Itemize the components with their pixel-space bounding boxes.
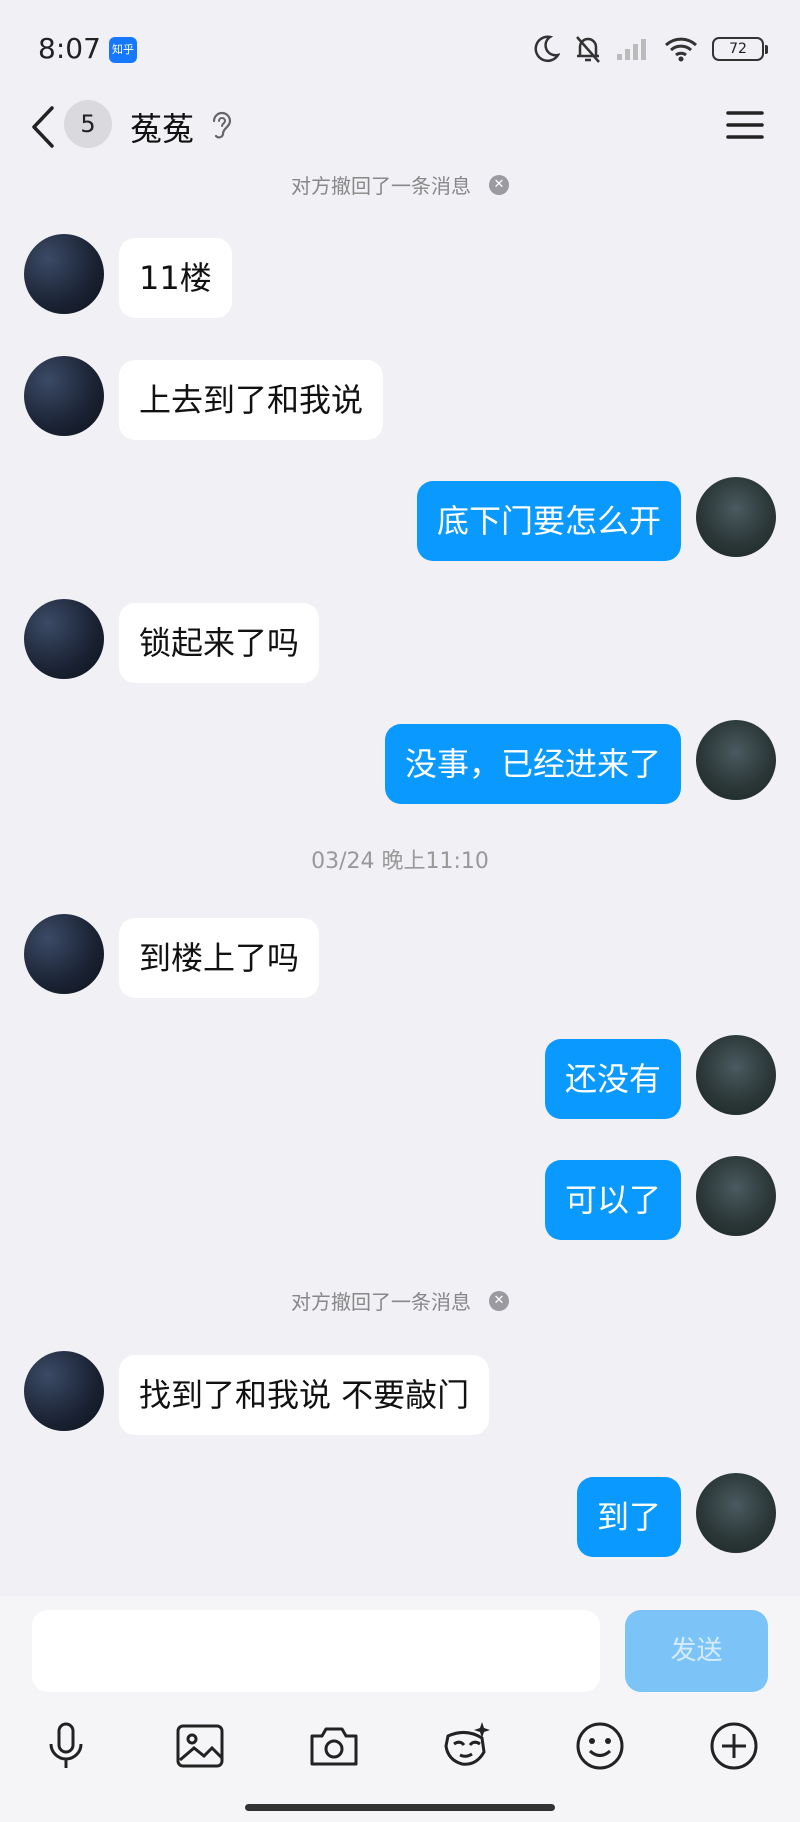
image-icon[interactable] — [172, 1718, 228, 1774]
status-icons: 72 — [534, 34, 768, 64]
contact-avatar[interactable] — [24, 234, 104, 314]
contact-avatar[interactable] — [24, 599, 104, 679]
dismiss-notice-icon[interactable]: ✕ — [489, 174, 509, 195]
message-row: 到了 — [0, 1473, 800, 1557]
message-bubble[interactable]: 到楼上了吗 — [119, 918, 320, 998]
message-row: 锁起来了吗 — [0, 599, 800, 683]
sticker-icon[interactable] — [438, 1718, 494, 1774]
message-row: 可以了 — [0, 1156, 800, 1240]
my-avatar[interactable] — [696, 1156, 776, 1236]
do-not-disturb-moon-icon — [534, 35, 560, 62]
message-bubble[interactable]: 上去到了和我说 — [119, 360, 384, 440]
send-button[interactable]: 发送 — [625, 1610, 768, 1692]
message-bubble[interactable]: 11楼 — [119, 238, 232, 318]
recall-notice: 对方撤回了一条消息 ✕ — [0, 170, 800, 199]
message-bubble[interactable]: 没事，已经进来了 — [384, 724, 681, 804]
message-row: 没事，已经进来了 — [0, 720, 800, 804]
message-row: 上去到了和我说 — [0, 356, 800, 440]
recall-notice-text: 对方撤回了一条消息 — [291, 174, 471, 198]
wifi-icon — [664, 37, 698, 62]
emoji-icon[interactable] — [572, 1718, 628, 1774]
message-bubble[interactable]: 可以了 — [544, 1160, 681, 1240]
message-row: 找到了和我说 不要敲门 — [0, 1351, 800, 1435]
contact-avatar[interactable] — [24, 1351, 104, 1431]
my-avatar[interactable] — [696, 477, 776, 557]
menu-icon[interactable] — [726, 108, 764, 142]
muted-bell-icon — [576, 36, 600, 63]
status-bar: 8:07 知乎 72 — [0, 0, 800, 100]
message-bubble[interactable]: 底下门要怎么开 — [416, 481, 681, 561]
home-indicator[interactable] — [245, 1804, 555, 1811]
contact-avatar[interactable] — [24, 356, 104, 436]
dismiss-notice-icon[interactable]: ✕ — [489, 1290, 509, 1311]
microphone-icon[interactable] — [38, 1718, 94, 1774]
message-input[interactable] — [32, 1610, 600, 1692]
message-row: 还没有 — [0, 1035, 800, 1119]
earpiece-mode-icon[interactable] — [208, 109, 234, 141]
input-toolbar — [0, 1718, 800, 1778]
my-avatar[interactable] — [696, 1473, 776, 1553]
message-bubble[interactable]: 还没有 — [544, 1039, 681, 1119]
my-avatar[interactable] — [696, 1035, 776, 1115]
status-time: 8:07 — [38, 32, 101, 65]
signal-icon — [617, 39, 646, 60]
chat-header: 5 菟菟 — [0, 100, 800, 166]
my-avatar[interactable] — [696, 720, 776, 800]
message-timestamp: 03/24 晚上11:10 — [311, 849, 489, 874]
message-bubble[interactable]: 找到了和我说 不要敲门 — [119, 1355, 490, 1435]
message-row: 底下门要怎么开 — [0, 477, 800, 561]
plus-icon[interactable] — [706, 1718, 762, 1774]
camera-icon[interactable] — [306, 1718, 362, 1774]
battery-indicator: 72 — [712, 37, 768, 61]
recall-notice-text: 对方撤回了一条消息 — [291, 1290, 471, 1314]
contact-avatar[interactable] — [24, 914, 104, 994]
contact-name: 菟菟 — [130, 110, 195, 148]
message-bubble[interactable]: 到了 — [576, 1477, 681, 1557]
back-arrow-icon[interactable] — [26, 102, 60, 152]
message-bubble[interactable]: 锁起来了吗 — [119, 603, 320, 683]
message-row: 到楼上了吗 — [0, 914, 800, 998]
input-area: 发送 — [0, 1596, 800, 1822]
recall-notice: 对方撤回了一条消息 ✕ — [0, 1286, 800, 1315]
zhihu-app-icon: 知乎 — [109, 37, 137, 63]
message-row: 11楼 — [0, 234, 800, 318]
unread-count-badge[interactable]: 5 — [64, 100, 112, 148]
